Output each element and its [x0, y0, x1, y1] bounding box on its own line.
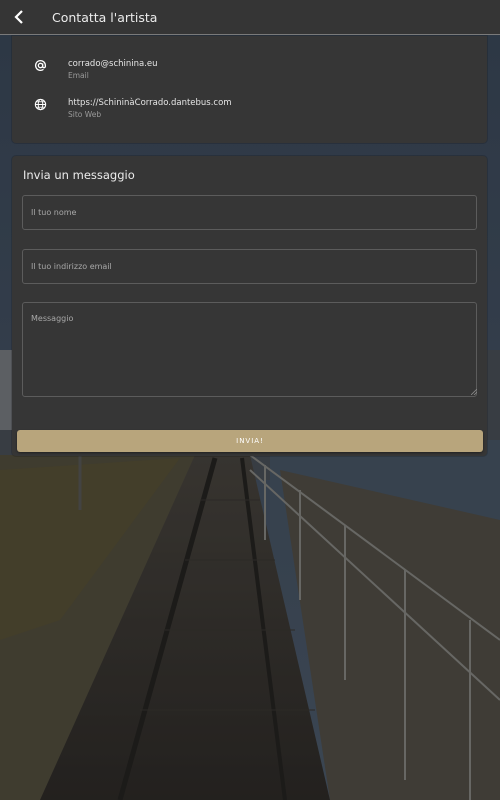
app-bar: Contatta l'artista: [0, 0, 500, 35]
globe-icon: [34, 98, 46, 111]
email-input[interactable]: [22, 249, 477, 284]
contact-website-value: https://SchininàCorrado.dantebus.com: [68, 98, 232, 108]
name-input[interactable]: [22, 195, 477, 230]
form-title: Invia un messaggio: [23, 168, 135, 182]
contact-info-card: corrado@schinina.eu Email https://Schini…: [12, 36, 487, 143]
send-button[interactable]: INVIA!: [17, 430, 483, 452]
chevron-left-icon: [14, 10, 23, 24]
contact-email-value: corrado@schinina.eu: [68, 59, 158, 69]
contact-website-label: Sito Web: [68, 110, 102, 119]
resize-handle-icon[interactable]: [471, 389, 477, 395]
back-button[interactable]: [0, 0, 38, 34]
contact-email-label: Email: [68, 71, 89, 80]
contact-email-row[interactable]: corrado@schinina.eu Email: [12, 58, 158, 81]
page-title: Contatta l'artista: [52, 9, 158, 25]
message-textarea[interactable]: [22, 302, 477, 397]
message-form-card: Invia un messaggio: [12, 156, 487, 456]
contact-website-row[interactable]: https://SchininàCorrado.dantebus.com Sit…: [12, 97, 232, 120]
at-sign-icon: [34, 60, 46, 71]
